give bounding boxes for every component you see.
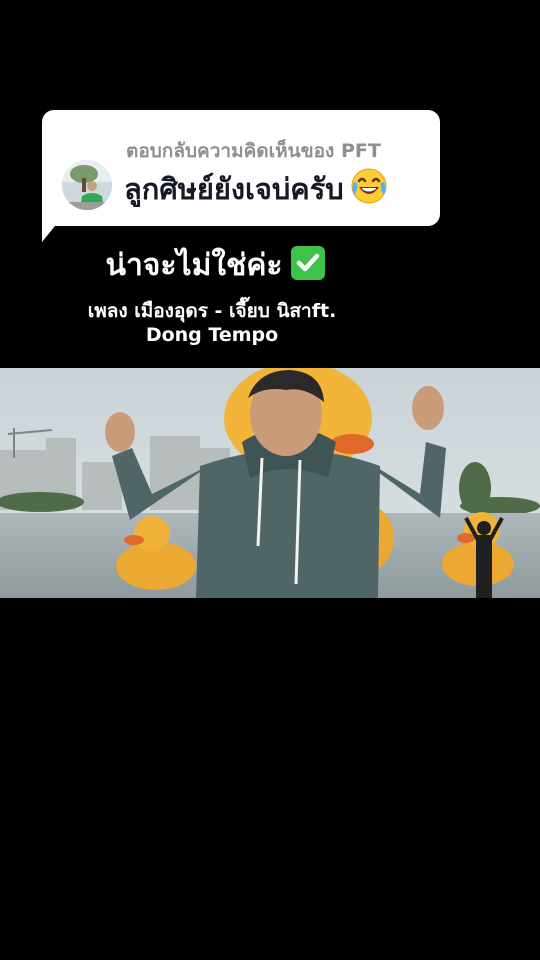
- check-mark-button-icon: [290, 246, 325, 280]
- reply-comment-line: ลูกศิษย์ยังเจบ่ครับ: [124, 166, 388, 212]
- video-still-illustration: [0, 368, 540, 598]
- caption-text: น่าจะไม่ใช่ค่ะ: [105, 248, 283, 283]
- reply-header-text: ตอบกลับความคิดเห็นของ PFT: [126, 140, 381, 162]
- commenter-avatar[interactable]: [62, 160, 112, 210]
- caption-line: น่าจะไม่ใช่ค่ะ: [0, 242, 430, 289]
- reply-comment-text: ลูกศิษย์ยังเจบ่ครับ: [124, 172, 344, 206]
- embedded-video-frame[interactable]: [0, 368, 540, 598]
- song-title-line-1: เพลง เมืองอุดร - เจี๊ยบ นิสาft.: [87, 300, 337, 322]
- reply-sticker-tail: [42, 210, 68, 242]
- face-with-tears-of-joy-icon: [350, 167, 388, 212]
- song-title-line-2: Dong Tempo: [145, 324, 279, 346]
